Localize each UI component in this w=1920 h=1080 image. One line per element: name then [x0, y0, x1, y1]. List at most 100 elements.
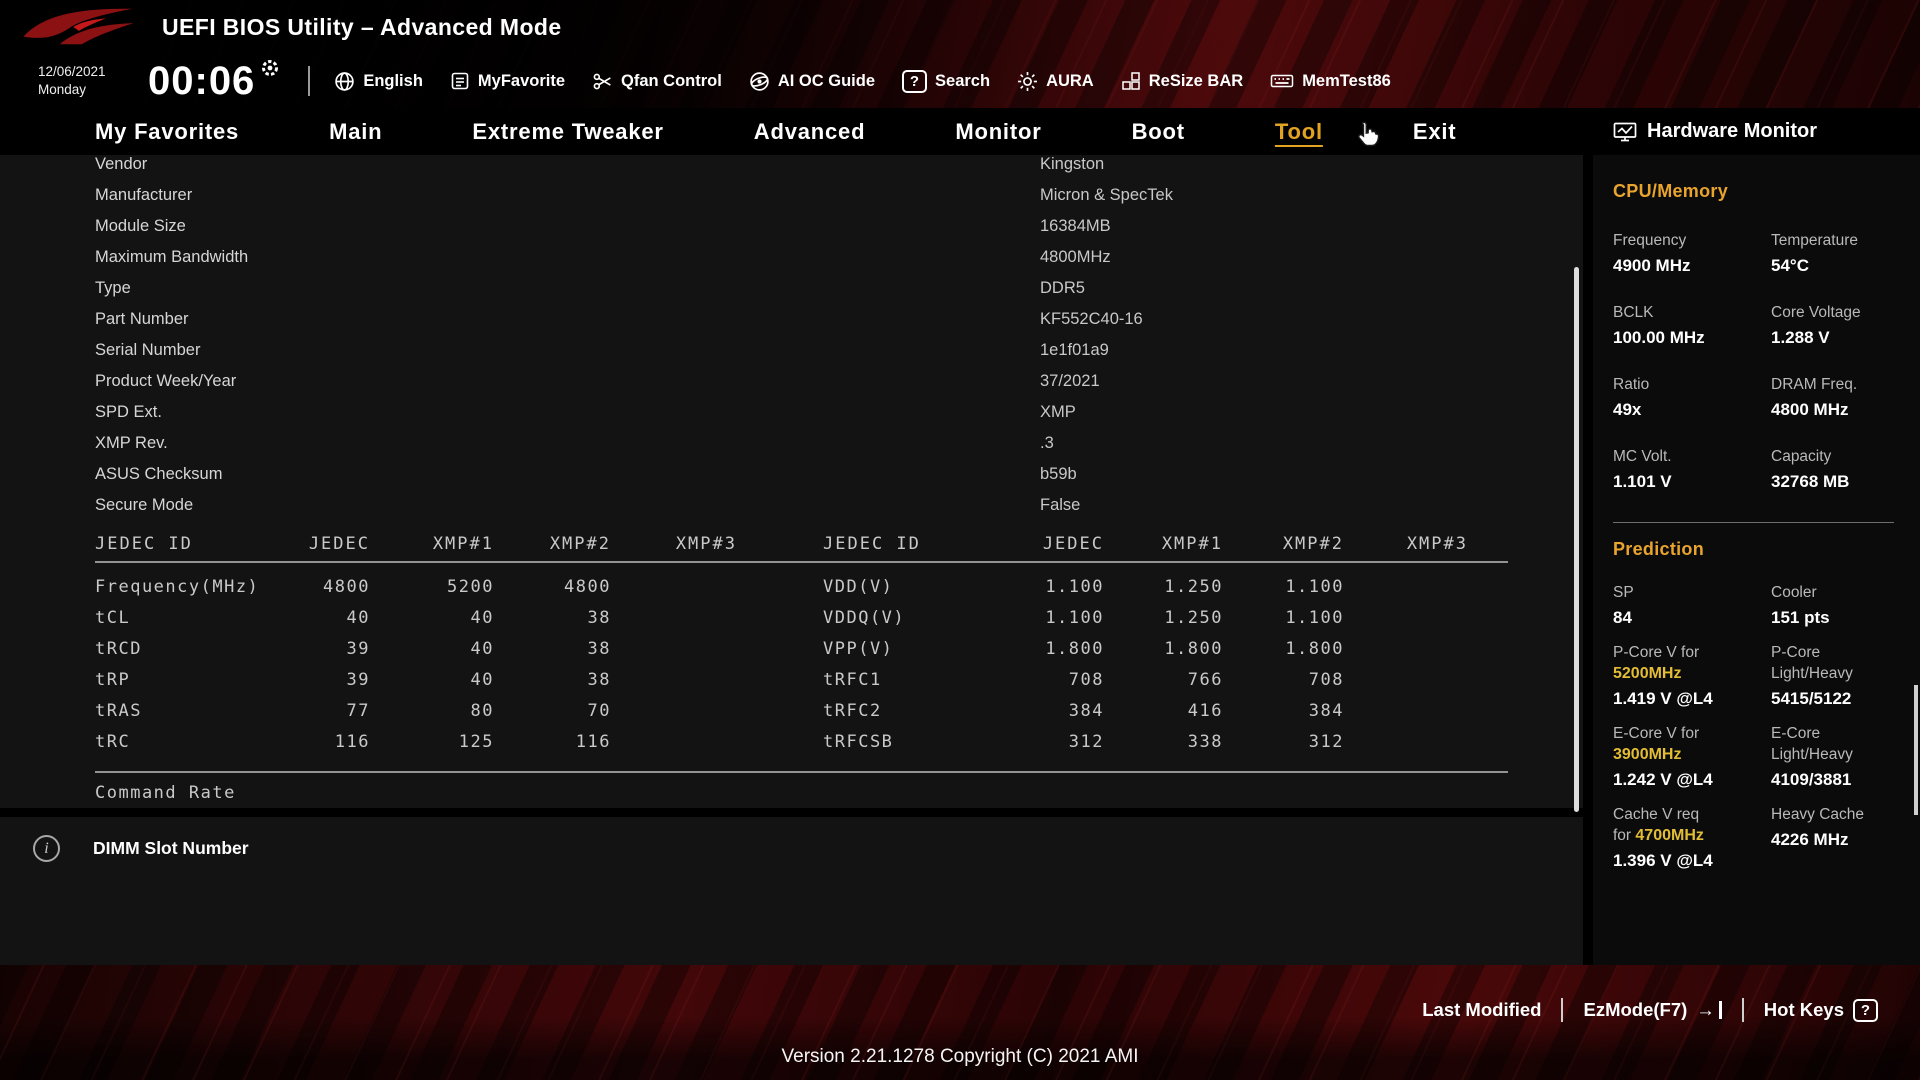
- resize-bar-button[interactable]: ReSize BAR: [1121, 71, 1243, 91]
- table-cell: 125: [370, 732, 494, 752]
- hm-stat-highlight: 4700MHz: [1635, 827, 1703, 844]
- table-cell: 40: [295, 608, 370, 628]
- spd-field-value: 37/2021: [1040, 372, 1100, 391]
- table-cell: 1.250: [1104, 577, 1223, 597]
- tab-my-favorites[interactable]: My Favorites: [95, 119, 239, 145]
- hm-stat-label: Capacity: [1771, 446, 1906, 467]
- spd-field-list: Vendor Kingston Manufacturer Micron & Sp…: [0, 155, 1583, 521]
- hm-stat-label: Cache V req: [1613, 804, 1771, 825]
- header-divider: [308, 66, 310, 96]
- spd-field-value: 4800MHz: [1040, 248, 1111, 267]
- cpu-memory-section-title: CPU/Memory: [1613, 181, 1906, 202]
- hm-stat: DRAM Freq. 4800 MHz: [1771, 374, 1906, 421]
- tab-main[interactable]: Main: [329, 119, 382, 145]
- quick-link-label: ReSize BAR: [1149, 72, 1243, 91]
- bios-version-text: Version 2.21.1278 Copyright (C) 2021 AMI: [0, 1046, 1920, 1068]
- table-cell: 4800: [295, 577, 370, 597]
- quick-links: English MyFavorite Qfan Control AI O: [334, 70, 1391, 93]
- table-cell: 40: [370, 639, 494, 659]
- hm-stat-label: E-Core V for: [1613, 723, 1771, 744]
- spd-field-value: XMP: [1040, 403, 1076, 422]
- hm-stat-value: 1.419 V @L4: [1613, 687, 1771, 710]
- table-cell: tRFCSB: [737, 732, 927, 752]
- spd-table-row: tRCD 39 40 38 VPP(V) 1.800 1.800 1.800: [95, 633, 1508, 664]
- spd-info-panel: Vendor Kingston Manufacturer Micron & Sp…: [0, 155, 1583, 965]
- table-cell: 766: [1104, 670, 1223, 690]
- table-cell: 38: [494, 639, 611, 659]
- sidebar-scrollbar[interactable]: [1914, 685, 1918, 815]
- quick-link-label: AI OC Guide: [778, 72, 875, 91]
- table-header-cell: XMP#3: [1344, 534, 1508, 554]
- tab-advanced[interactable]: Advanced: [754, 119, 866, 145]
- hardware-monitor-header: Hardware Monitor: [1583, 108, 1920, 155]
- hm-stat: Core Voltage 1.288 V: [1771, 302, 1906, 349]
- hm-stat-label: Core Voltage: [1771, 302, 1906, 323]
- spd-table-row: Frequency(MHz) 4800 5200 4800 VDD(V) 1.1…: [95, 571, 1508, 602]
- spd-field-row: Type DDR5: [95, 273, 1583, 304]
- tab-tool[interactable]: Tool: [1275, 119, 1323, 145]
- table-cell: 80: [370, 701, 494, 721]
- datetime-block: 12/06/2021 Monday: [38, 63, 132, 98]
- hm-stat-value: 1.242 V @L4: [1613, 768, 1771, 791]
- spd-table-row: tRAS 77 80 70 tRFC2 384 416 384: [95, 695, 1508, 726]
- top-banner: UEFI BIOS Utility – Advanced Mode 12/06/…: [0, 0, 1920, 108]
- ezmode-button[interactable]: EzMode(F7): [1583, 999, 1721, 1021]
- hm-stat: Frequency 4900 MHz: [1613, 230, 1771, 277]
- qfan-control-button[interactable]: Qfan Control: [592, 71, 722, 92]
- memtest86-button[interactable]: MemTest86: [1270, 71, 1391, 91]
- table-cell: 416: [1104, 701, 1223, 721]
- table-footer-row: Command Rate: [95, 773, 1508, 813]
- hm-stat-label: P-Core V for: [1613, 642, 1771, 663]
- tab-boot[interactable]: Boot: [1132, 119, 1185, 145]
- hm-stat-highlight: 3900MHz: [1613, 744, 1771, 765]
- spd-field-label: Type: [95, 279, 1040, 298]
- table-header-cell: XMP#1: [370, 534, 494, 554]
- hm-stat-value: 32768 MB: [1771, 470, 1906, 493]
- tab-exit[interactable]: Exit: [1413, 119, 1457, 145]
- language-button[interactable]: English: [334, 71, 423, 92]
- footer-separator: [1561, 998, 1563, 1022]
- footer-banner: Last Modified EzMode(F7) Hot Keys Versio…: [0, 965, 1920, 1080]
- hm-stat-label: for 4700MHz: [1613, 825, 1771, 846]
- main-scrollbar[interactable]: [1574, 267, 1579, 812]
- hm-stat-value: 4900 MHz: [1613, 254, 1771, 277]
- hm-stat-label: P-Core: [1771, 642, 1906, 663]
- hardware-monitor-panel: CPU/Memory Frequency 4900 MHz Temperatur…: [1583, 155, 1920, 965]
- table-cell: 384: [927, 701, 1104, 721]
- time-settings-button[interactable]: [260, 58, 280, 83]
- spd-field-row: Module Size 16384MB: [95, 211, 1583, 242]
- tab-extreme-tweaker[interactable]: Extreme Tweaker: [472, 119, 663, 145]
- ai-oc-globe-icon: [749, 71, 770, 92]
- table-cell: 116: [494, 732, 611, 752]
- spd-field-label: Manufacturer: [95, 186, 1040, 205]
- ai-oc-guide-button[interactable]: AI OC Guide: [749, 71, 875, 92]
- qfan-scissors-icon: [592, 71, 613, 92]
- table-cell: Frequency(MHz): [95, 577, 295, 597]
- hm-stat-label: Ratio: [1613, 374, 1771, 395]
- hot-keys-button[interactable]: Hot Keys: [1764, 999, 1878, 1022]
- table-cell: 4800: [494, 577, 611, 597]
- table-cell: 1.800: [1104, 639, 1223, 659]
- help-text: DIMM Slot Number: [93, 838, 249, 859]
- spd-field-label: Module Size: [95, 217, 1040, 236]
- search-button[interactable]: Search: [902, 70, 990, 93]
- day-label: Monday: [38, 81, 132, 99]
- spd-field-label: Product Week/Year: [95, 372, 1040, 391]
- spd-field-row: XMP Rev. .3: [95, 428, 1583, 459]
- quick-link-label: Qfan Control: [621, 72, 722, 91]
- table-cell: 39: [295, 639, 370, 659]
- myfavorite-button[interactable]: MyFavorite: [450, 71, 565, 91]
- table-cell: 384: [1223, 701, 1344, 721]
- hm-stat-value: 54°C: [1771, 254, 1906, 277]
- last-modified-button[interactable]: Last Modified: [1422, 999, 1541, 1021]
- aura-button[interactable]: AURA: [1017, 71, 1094, 92]
- hm-stat: Heavy Cache 4226 MHz: [1771, 804, 1906, 872]
- hm-stat-value: 4800 MHz: [1771, 398, 1906, 421]
- tab-monitor[interactable]: Monitor: [955, 119, 1041, 145]
- spd-field-row: ASUS Checksum b59b: [95, 459, 1583, 490]
- table-header-cell: JEDEC: [295, 534, 370, 554]
- date-label: 12/06/2021: [38, 63, 132, 81]
- table-cell: 708: [927, 670, 1104, 690]
- ezmode-arrow-icon: [1696, 1001, 1722, 1019]
- hm-stat: P-Core Light/Heavy 5415/5122: [1771, 642, 1906, 710]
